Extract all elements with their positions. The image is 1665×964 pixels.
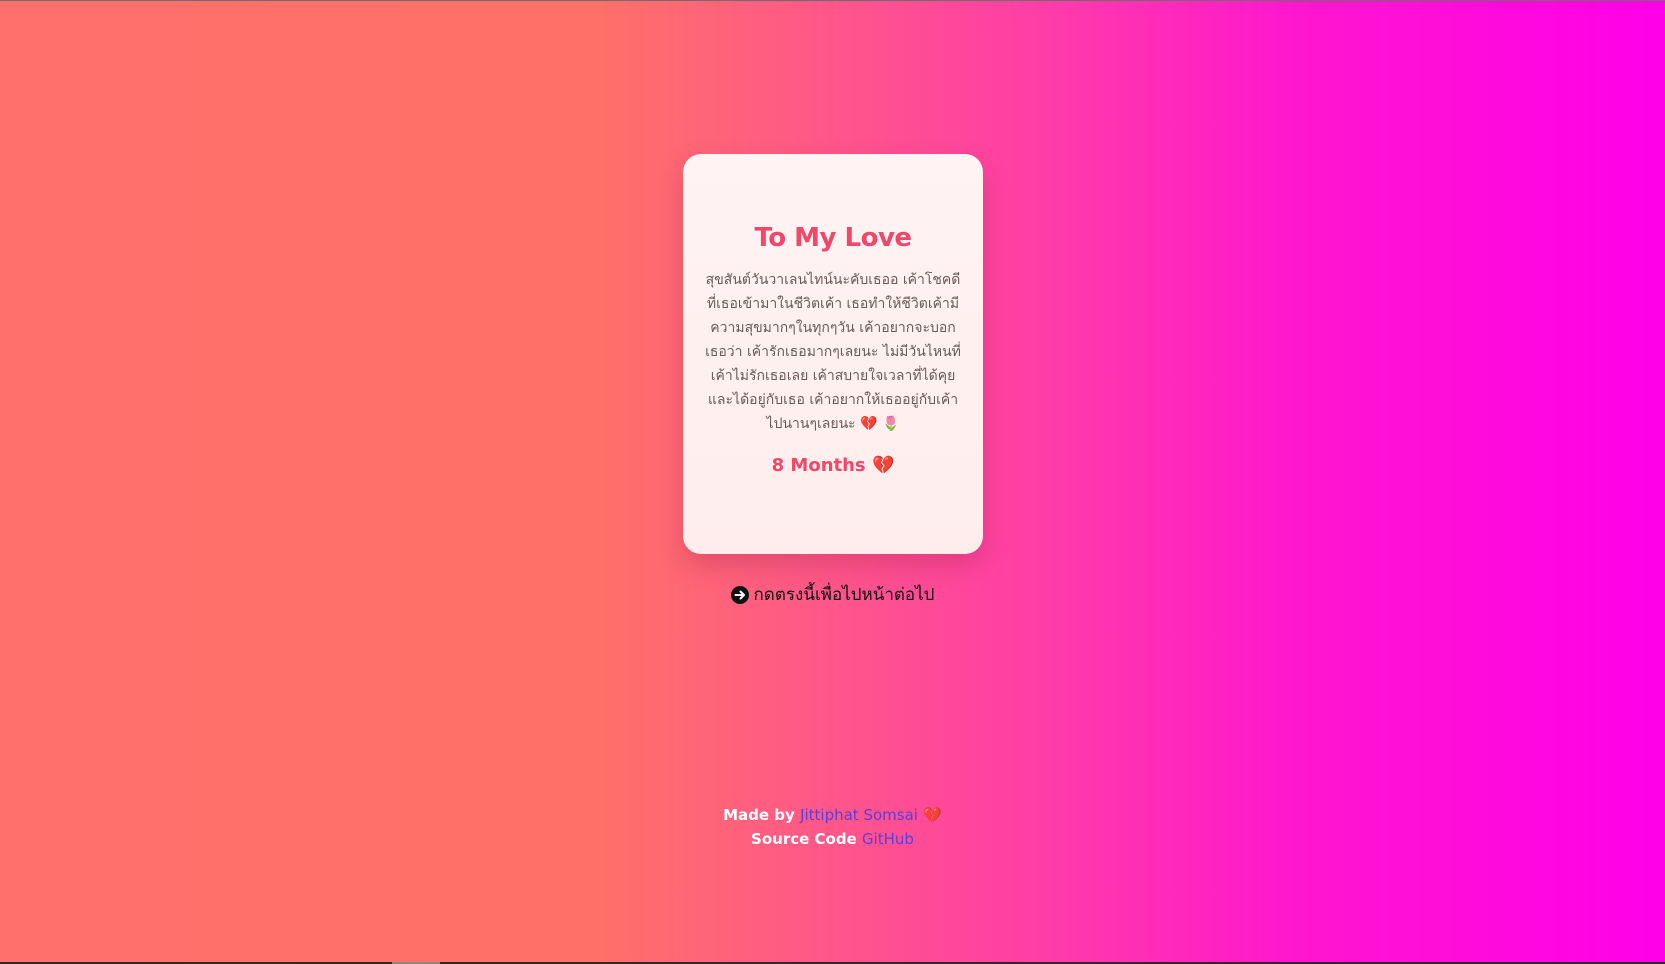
broken-heart-icon: 💔 xyxy=(871,455,895,476)
footer-source-line: Source Code GitHub xyxy=(0,827,1665,851)
source-code-prefix: Source Code xyxy=(751,830,857,848)
card-title: To My Love xyxy=(754,223,912,253)
next-page-row: กดตรงนี้เพื่อไปหน้าต่อไป xyxy=(0,583,1665,611)
card-message: สุขสันต์วันวาเลนไทน์นะคับเธออ เค้าโชคดีท… xyxy=(703,268,963,436)
next-page-label: กดตรงนี้เพื่อไปหน้าต่อไป xyxy=(753,585,935,605)
top-border xyxy=(0,0,1665,1)
made-by-prefix: Made by xyxy=(723,806,795,824)
love-card: To My Love สุขสันต์วันวาเลนไทน์นะคับเธออ… xyxy=(683,154,983,554)
footer: Made by Jittiphat Somsai 💔 Source Code G… xyxy=(0,803,1665,851)
footer-credit-line: Made by Jittiphat Somsai 💔 xyxy=(0,803,1665,827)
broken-heart-icon: 💔 xyxy=(923,806,942,824)
card-message-text: สุขสันต์วันวาเลนไทน์นะคับเธออ เค้าโชคดีท… xyxy=(705,272,961,432)
github-link[interactable]: GitHub xyxy=(862,830,914,848)
months-counter: 8 Months 💔 xyxy=(703,454,963,478)
next-page-link[interactable]: กดตรงนี้เพื่อไปหน้าต่อไป xyxy=(730,583,935,607)
arrow-circle-right-icon xyxy=(730,586,749,604)
tulip-icon: 🌷 xyxy=(882,416,900,432)
broken-heart-icon: 💔 xyxy=(860,416,878,432)
author-link[interactable]: Jittiphat Somsai xyxy=(800,806,918,824)
months-label: 8 Months xyxy=(771,455,866,476)
